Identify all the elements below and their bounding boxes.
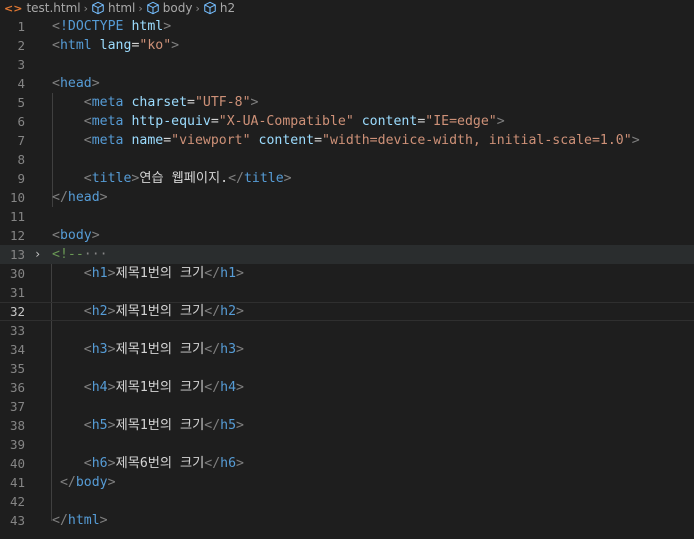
line-number: 35	[9, 361, 25, 376]
code-line[interactable]: 37	[0, 397, 694, 416]
code-text: <!--···	[52, 247, 108, 262]
code-text: <h1>제목1번의 크기</h1>	[83, 266, 244, 281]
code-text: <head>	[52, 76, 100, 91]
code-line[interactable]: 6 <meta http-equiv="X-UA-Compatible" con…	[0, 112, 694, 131]
line-number: 41	[9, 475, 25, 490]
code-line[interactable]: 11	[0, 207, 694, 226]
code-line[interactable]: 40 <h6>제목6번의 크기</h6>	[0, 454, 694, 473]
line-number: 36	[9, 380, 25, 395]
code-line[interactable]: 2 <html lang="ko">	[0, 36, 694, 55]
chevron-right-icon: ›	[138, 1, 143, 15]
code-line[interactable]: 39	[0, 435, 694, 454]
code-line[interactable]: 4 <head>	[0, 74, 694, 93]
code-text: <meta charset="UTF-8">	[83, 95, 259, 110]
code-line[interactable]: 31	[0, 283, 694, 302]
line-number: 42	[9, 494, 25, 509]
code-line[interactable]: 36 <h4>제목1번의 크기</h4>	[0, 378, 694, 397]
chevron-right-icon: ›	[83, 1, 89, 15]
line-number: 37	[9, 399, 25, 414]
line-number: 33	[9, 323, 25, 338]
code-text: <h5>제목1번의 크기</h5>	[83, 418, 244, 433]
code-line[interactable]: 10 </head>	[0, 188, 694, 207]
line-number: 12	[9, 228, 25, 243]
cube-icon	[147, 1, 159, 15]
chevron-right-icon: ›	[195, 1, 200, 15]
line-number: 2	[17, 38, 25, 53]
breadcrumb-label: h2	[219, 1, 236, 15]
code-editor[interactable]: 1 <!DOCTYPE html> 2 <html lang="ko"> 3 4 <head…	[0, 17, 694, 539]
line-number: 6	[17, 114, 25, 129]
code-line[interactable]: 9 <title>연습 웹페이지.</title>	[0, 169, 694, 188]
breadcrumb-item-html[interactable]: html	[91, 1, 135, 15]
code-line[interactable]: 41 </body>	[0, 473, 694, 492]
code-text: <h3>제목1번의 크기</h3>	[83, 342, 244, 357]
line-number: 1	[17, 19, 25, 34]
breadcrumb-file[interactable]: test.html	[26, 1, 80, 15]
line-number: 40	[9, 456, 25, 471]
line-number: 7	[17, 133, 25, 148]
line-number: 30	[9, 266, 25, 281]
breadcrumb-item-body[interactable]: body	[146, 1, 193, 15]
code-text: <html lang="ko">	[52, 38, 180, 53]
code-line[interactable]: 1 <!DOCTYPE html>	[0, 17, 694, 36]
code-line[interactable]: 34 <h3>제목1번의 크기</h3>	[0, 340, 694, 359]
code-text: <meta http-equiv="X-UA-Compatible" conte…	[83, 114, 505, 129]
breadcrumb: <> test.html › html › body › h2	[0, 0, 694, 16]
html-file-icon: <>	[4, 1, 23, 15]
line-number: 31	[9, 285, 25, 300]
cube-icon	[92, 1, 104, 15]
code-line[interactable]: 33	[0, 321, 694, 340]
line-number: 5	[17, 95, 25, 110]
code-text: <title>연습 웹페이지.</title>	[83, 171, 292, 186]
cube-icon	[204, 1, 216, 15]
code-text: <h2>제목1번의 크기</h2>	[83, 304, 244, 319]
breadcrumb-item-h2[interactable]: h2	[203, 1, 235, 15]
code-line[interactable]: 13 › <!--···	[0, 245, 694, 264]
code-line[interactable]: 43 </html>	[0, 511, 694, 530]
code-line[interactable]: 32 <h2>제목1번의 크기</h2>	[0, 302, 694, 321]
code-line[interactable]: 38 <h5>제목1번의 크기</h5>	[0, 416, 694, 435]
code-text: <h6>제목6번의 크기</h6>	[83, 456, 244, 471]
line-number: 39	[9, 437, 25, 452]
code-text: <meta name="viewport" content="width=dev…	[83, 133, 640, 148]
fold-chevron-icon[interactable]: ›	[34, 245, 41, 264]
breadcrumb-label: html	[108, 1, 136, 15]
code-text: </body>	[59, 475, 116, 490]
code-line[interactable]: 3	[0, 55, 694, 74]
code-line[interactable]: 35	[0, 359, 694, 378]
code-line[interactable]: 7 <meta name="viewport" content="width=d…	[0, 131, 694, 150]
code-text: <h4>제목1번의 크기</h4>	[83, 380, 244, 395]
code-text: <!DOCTYPE html>	[52, 19, 172, 34]
line-number: 4	[17, 76, 25, 91]
line-number: 34	[9, 342, 25, 357]
line-number: 38	[9, 418, 25, 433]
code-text: <body>	[52, 228, 100, 243]
line-number: 3	[17, 57, 25, 72]
code-line[interactable]: 30 <h1>제목1번의 크기</h1>	[0, 264, 694, 283]
code-line[interactable]: 42	[0, 492, 694, 511]
line-number: 32	[9, 304, 25, 319]
line-number: 9	[17, 171, 25, 186]
code-text: </head>	[52, 190, 108, 205]
code-line[interactable]: 8	[0, 150, 694, 169]
line-number: 10	[9, 190, 25, 205]
code-line[interactable]: 12 <body>	[0, 226, 694, 245]
line-number: 43	[9, 513, 25, 528]
line-number: 8	[17, 152, 25, 167]
code-line[interactable]: 5 <meta charset="UTF-8">	[0, 93, 694, 112]
line-number: 13	[9, 247, 25, 262]
line-number: 11	[9, 209, 25, 224]
breadcrumb-label: body	[162, 1, 193, 15]
code-text: </html>	[52, 513, 108, 528]
